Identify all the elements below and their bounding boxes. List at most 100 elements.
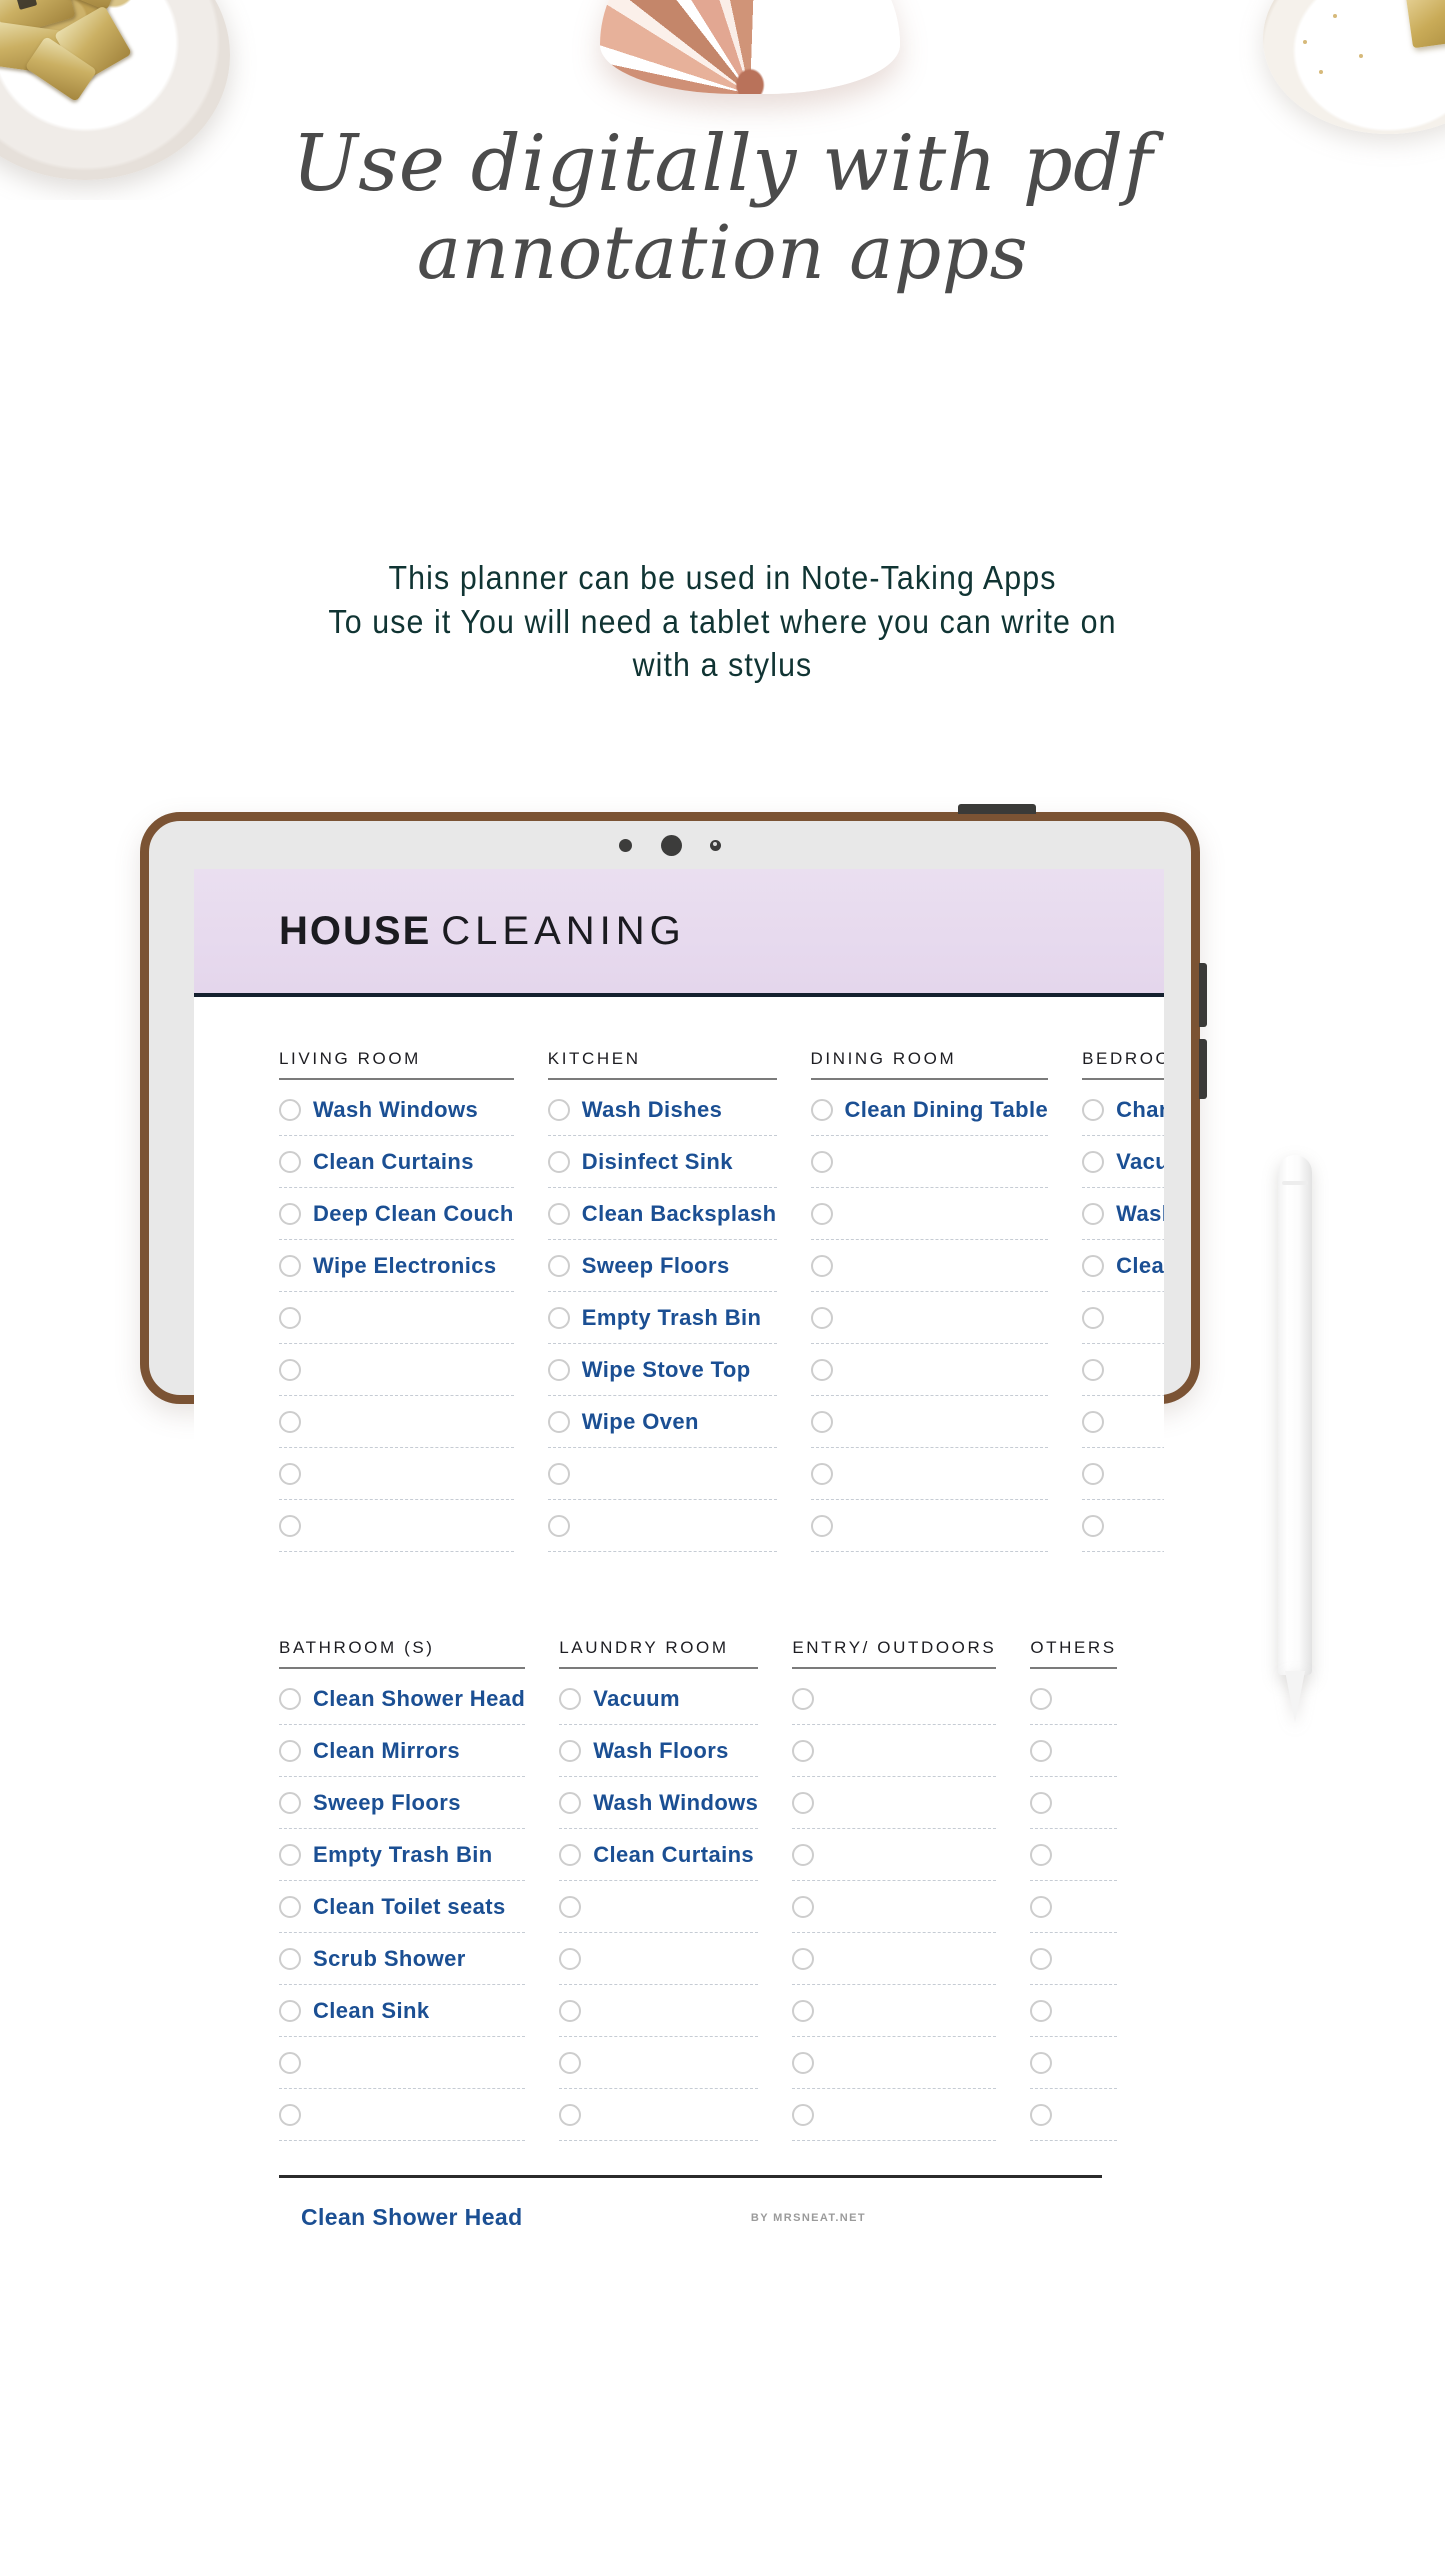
checklist-row[interactable] bbox=[810, 1396, 1049, 1448]
checklist-row[interactable]: Wash Dishes bbox=[547, 1084, 777, 1136]
checklist-row[interactable]: Wipe Stove Top bbox=[547, 1344, 777, 1396]
checklist-row[interactable] bbox=[810, 1136, 1049, 1188]
checklist-row[interactable] bbox=[1030, 1881, 1117, 1933]
checklist-row[interactable] bbox=[1082, 1448, 1164, 1500]
checkbox-circle-icon[interactable] bbox=[1082, 1514, 1105, 1537]
checklist-row[interactable] bbox=[1030, 1829, 1117, 1881]
checkbox-circle-icon[interactable] bbox=[279, 1514, 301, 1537]
checklist-row[interactable] bbox=[792, 2089, 997, 2141]
tablet-volume-down-button[interactable] bbox=[1199, 1039, 1207, 1099]
checklist-row[interactable]: Clean Toilet seats bbox=[279, 1881, 526, 1933]
checkbox-circle-icon[interactable] bbox=[810, 1202, 833, 1225]
checkbox-circle-icon[interactable] bbox=[1082, 1150, 1105, 1173]
checklist-row[interactable]: Clean Shower Head bbox=[279, 1673, 526, 1725]
checkbox-circle-icon[interactable] bbox=[279, 1895, 301, 1918]
checkbox-circle-icon[interactable] bbox=[559, 1999, 582, 2022]
checklist-row[interactable] bbox=[1030, 2037, 1117, 2089]
checkbox-circle-icon[interactable] bbox=[1082, 1358, 1105, 1381]
checklist-row[interactable] bbox=[810, 1344, 1049, 1396]
checkbox-circle-icon[interactable] bbox=[1082, 1306, 1105, 1329]
checklist-row[interactable]: Wash Windows bbox=[279, 1084, 514, 1136]
checklist-row[interactable] bbox=[279, 2089, 526, 2141]
checkbox-circle-icon[interactable] bbox=[279, 1098, 301, 1121]
checkbox-circle-icon[interactable] bbox=[1030, 1687, 1053, 1710]
checkbox-circle-icon[interactable] bbox=[792, 1947, 815, 1970]
checklist-row[interactable] bbox=[279, 1500, 514, 1552]
checklist-row[interactable] bbox=[810, 1500, 1049, 1552]
checkbox-circle-icon[interactable] bbox=[547, 1514, 570, 1537]
checkbox-circle-icon[interactable] bbox=[810, 1254, 833, 1277]
checklist-row[interactable] bbox=[547, 1448, 777, 1500]
checkbox-circle-icon[interactable] bbox=[559, 1791, 582, 1814]
checkbox-circle-icon[interactable] bbox=[559, 1687, 582, 1710]
checklist-row[interactable] bbox=[792, 1673, 997, 1725]
checkbox-circle-icon[interactable] bbox=[792, 1895, 815, 1918]
checkbox-circle-icon[interactable] bbox=[810, 1462, 833, 1485]
checklist-row[interactable] bbox=[279, 2037, 526, 2089]
checkbox-circle-icon[interactable] bbox=[279, 1843, 301, 1866]
checkbox-circle-icon[interactable] bbox=[1082, 1462, 1105, 1485]
checkbox-circle-icon[interactable] bbox=[810, 1514, 833, 1537]
checklist-row[interactable]: Clean Curtains bbox=[559, 1829, 759, 1881]
checkbox-circle-icon[interactable] bbox=[1030, 1999, 1053, 2022]
checklist-row[interactable]: Vacuum bbox=[1082, 1136, 1164, 1188]
checklist-row[interactable] bbox=[1082, 1344, 1164, 1396]
checklist-row[interactable] bbox=[279, 1396, 514, 1448]
checklist-row[interactable] bbox=[559, 2037, 759, 2089]
checkbox-circle-icon[interactable] bbox=[810, 1410, 833, 1433]
checkbox-circle-icon[interactable] bbox=[1082, 1202, 1105, 1225]
checklist-row[interactable] bbox=[792, 1725, 997, 1777]
checkbox-circle-icon[interactable] bbox=[1082, 1410, 1105, 1433]
checkbox-circle-icon[interactable] bbox=[547, 1098, 570, 1121]
checklist-row[interactable] bbox=[810, 1240, 1049, 1292]
checkbox-circle-icon[interactable] bbox=[792, 1739, 815, 1762]
checkbox-circle-icon[interactable] bbox=[1030, 1895, 1053, 1918]
checklist-row[interactable] bbox=[1030, 1725, 1117, 1777]
checklist-row[interactable]: Empty Trash Bin bbox=[547, 1292, 777, 1344]
checklist-row[interactable]: Wipe Electronics bbox=[279, 1240, 514, 1292]
checklist-row[interactable] bbox=[810, 1448, 1049, 1500]
checkbox-circle-icon[interactable] bbox=[279, 1687, 301, 1710]
checklist-row[interactable]: Clean Sink bbox=[279, 1985, 526, 2037]
checkbox-circle-icon[interactable] bbox=[547, 1358, 570, 1381]
checklist-row[interactable] bbox=[547, 1500, 777, 1552]
checklist-row[interactable]: Sweep Floors bbox=[279, 1777, 526, 1829]
checklist-row[interactable]: Wash Windows bbox=[559, 1777, 759, 1829]
checkbox-circle-icon[interactable] bbox=[792, 1999, 815, 2022]
checklist-row[interactable] bbox=[810, 1188, 1049, 1240]
checklist-row[interactable] bbox=[792, 1985, 997, 2037]
checkbox-circle-icon[interactable] bbox=[810, 1150, 833, 1173]
checklist-row[interactable] bbox=[1082, 1500, 1164, 1552]
checklist-row[interactable] bbox=[1030, 1777, 1117, 1829]
checklist-row[interactable]: Empty Trash Bin bbox=[279, 1829, 526, 1881]
checkbox-circle-icon[interactable] bbox=[1082, 1254, 1105, 1277]
checkbox-circle-icon[interactable] bbox=[1030, 1791, 1053, 1814]
checkbox-circle-icon[interactable] bbox=[279, 2103, 301, 2126]
checkbox-circle-icon[interactable] bbox=[279, 1150, 301, 1173]
checkbox-circle-icon[interactable] bbox=[279, 1739, 301, 1762]
checklist-row[interactable]: Deep Clean Couch bbox=[279, 1188, 514, 1240]
checklist-row[interactable] bbox=[1030, 2089, 1117, 2141]
checkbox-circle-icon[interactable] bbox=[279, 1254, 301, 1277]
checkbox-circle-icon[interactable] bbox=[792, 2103, 815, 2126]
checkbox-circle-icon[interactable] bbox=[792, 2051, 815, 2074]
checklist-row[interactable] bbox=[792, 1829, 997, 1881]
checkbox-circle-icon[interactable] bbox=[279, 1462, 301, 1485]
checklist-row[interactable] bbox=[792, 1881, 997, 1933]
checklist-row[interactable] bbox=[1030, 1985, 1117, 2037]
checkbox-circle-icon[interactable] bbox=[279, 1791, 301, 1814]
checkbox-circle-icon[interactable] bbox=[1030, 2051, 1053, 2074]
checklist-row[interactable] bbox=[559, 1933, 759, 1985]
checkbox-circle-icon[interactable] bbox=[810, 1358, 833, 1381]
checkbox-circle-icon[interactable] bbox=[279, 1999, 301, 2022]
checklist-row[interactable] bbox=[1030, 1673, 1117, 1725]
checklist-row[interactable]: Wash Floors bbox=[559, 1725, 759, 1777]
checklist-row[interactable]: Wipe Oven bbox=[547, 1396, 777, 1448]
checkbox-circle-icon[interactable] bbox=[279, 1947, 301, 1970]
checkbox-circle-icon[interactable] bbox=[559, 1947, 582, 1970]
checklist-row[interactable]: Sweep Floors bbox=[547, 1240, 777, 1292]
checklist-row[interactable]: Disinfect Sink bbox=[547, 1136, 777, 1188]
checkbox-circle-icon[interactable] bbox=[279, 2051, 301, 2074]
checkbox-circle-icon[interactable] bbox=[547, 1254, 570, 1277]
tablet-top-button[interactable] bbox=[958, 804, 1036, 814]
